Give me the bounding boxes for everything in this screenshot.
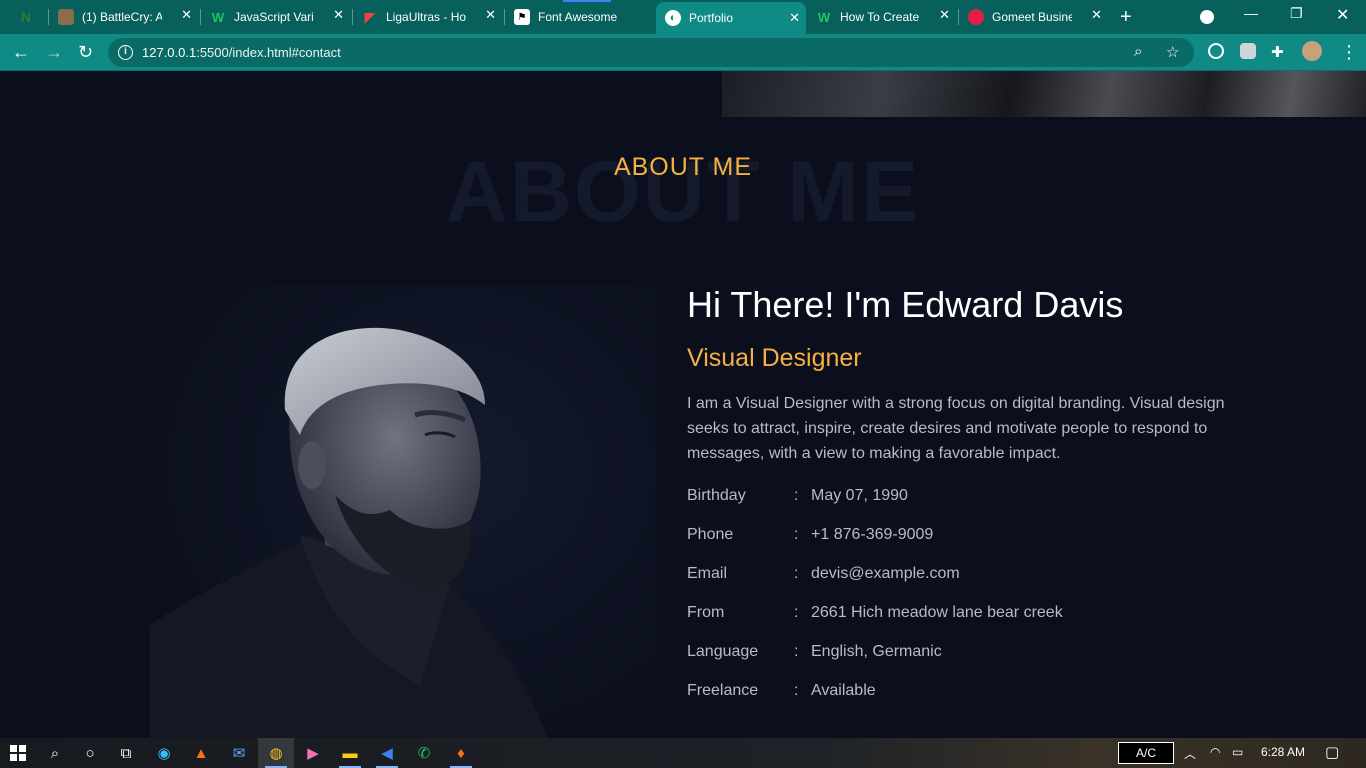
info-value: 2661 Hich meadow lane bear creek <box>811 604 1063 621</box>
windows-start-icon[interactable] <box>7 743 29 763</box>
info-value: Available <box>811 682 876 699</box>
hero-image-fragment <box>722 71 1366 117</box>
info-label: Email <box>687 565 728 582</box>
w3-icon: W <box>817 9 831 25</box>
edge-icon[interactable]: ◉ <box>153 743 175 763</box>
restore-icon[interactable]: ❐ <box>1290 5 1303 22</box>
cortana-icon[interactable]: ○ <box>79 743 101 763</box>
close-tab-icon[interactable]: ✕ <box>1091 7 1102 23</box>
ac-indicator[interactable]: A/C <box>1118 742 1174 764</box>
browser-tab-strip: N (1) BattleCry: All ✕ W JavaScript Vari… <box>0 0 1366 34</box>
back-icon[interactable]: ← <box>12 42 30 62</box>
info-value: +1 876-369-9009 <box>811 526 934 543</box>
task-view-icon[interactable]: ⧉ <box>115 743 137 763</box>
menu-kebab-icon[interactable]: ⋮ <box>1340 42 1358 62</box>
battlecry-icon <box>58 9 74 25</box>
tab-gomeet[interactable]: Gomeet Busines ✕ <box>968 4 1108 30</box>
address-bar-row: ← → ↻ i 127.0.0.1:5500/index.html#contac… <box>0 34 1366 71</box>
profile-photo <box>150 285 657 738</box>
url-omnibox[interactable]: i 127.0.0.1:5500/index.html#contact ⌕ ☆ <box>108 38 1194 67</box>
active-tab-indicator <box>563 0 611 2</box>
reload-icon[interactable]: ↻ <box>78 42 93 62</box>
info-label: Birthday <box>687 487 746 504</box>
close-tab-icon[interactable]: ✕ <box>789 10 800 26</box>
tab-battlecry[interactable]: (1) BattleCry: All ✕ <box>58 4 198 30</box>
liga-icon: ◤ <box>364 8 376 25</box>
clock-time[interactable]: 6:28 AM <box>1261 745 1305 759</box>
url-text[interactable]: 127.0.0.1:5500/index.html#contact <box>142 45 341 60</box>
gomeet-icon <box>968 9 984 25</box>
close-tab-icon[interactable]: ✕ <box>181 7 192 23</box>
extension-circle-icon[interactable] <box>1208 43 1224 59</box>
portrait-illustration <box>150 327 548 738</box>
info-label: From <box>687 604 725 621</box>
info-label: Phone <box>687 526 734 543</box>
extension-box-icon[interactable] <box>1240 43 1256 59</box>
info-value: devis@example.com <box>811 565 960 582</box>
close-tab-icon[interactable]: ✕ <box>485 7 496 23</box>
profile-avatar[interactable] <box>1302 41 1322 61</box>
tab-search-icon[interactable] <box>1200 10 1214 24</box>
n-app-icon: N <box>20 9 32 25</box>
portfolio-page: ABOUT ME ABOUT ME Hi There! I'm Edward D… <box>0 71 1366 738</box>
about-section-title: ABOUT ME <box>613 153 753 181</box>
info-value: May 07, 1990 <box>811 487 908 504</box>
tab-font-awesome[interactable]: ⚑ Font Awesome I <box>514 4 654 30</box>
battery-icon[interactable]: ▭ <box>1232 745 1243 759</box>
flag-icon: ⚑ <box>514 9 530 25</box>
info-label: Language <box>687 643 759 660</box>
search-icon[interactable]: ⌕ <box>44 743 66 763</box>
close-tab-icon[interactable]: ✕ <box>939 7 950 23</box>
close-window-icon[interactable]: ✕ <box>1336 5 1349 25</box>
vlc-icon[interactable]: ▲ <box>190 743 212 763</box>
info-separator: : <box>794 643 799 660</box>
tab-separator <box>958 9 959 25</box>
globe-icon: ◐ <box>665 10 681 26</box>
tab-n[interactable]: N <box>18 4 46 30</box>
site-info-icon[interactable]: i <box>118 45 133 60</box>
info-separator: : <box>794 682 799 699</box>
tab-javascript-variables[interactable]: W JavaScript Variab ✕ <box>210 4 350 30</box>
app-icon[interactable]: ♦ <box>450 743 472 763</box>
tray-chevron-icon[interactable]: ︿ <box>1184 745 1196 762</box>
extensions-puzzle-icon[interactable]: ✚ <box>1271 43 1284 63</box>
notification-icon[interactable]: ▢ <box>1325 743 1339 761</box>
w3-icon: W <box>211 9 225 25</box>
forward-icon[interactable]: → <box>45 42 63 62</box>
tab-separator <box>352 9 353 25</box>
tab-how-to-create[interactable]: W How To Create a ✕ <box>816 4 956 30</box>
tab-separator <box>48 9 49 25</box>
info-value: English, Germanic <box>811 643 942 660</box>
tab-separator <box>200 9 201 25</box>
chrome-icon[interactable]: ◍ <box>265 743 287 763</box>
new-tab-button[interactable]: + <box>1120 6 1132 29</box>
about-greeting: Hi There! I'm Edward Davis <box>687 284 1124 325</box>
bookmark-star-icon[interactable]: ☆ <box>1166 43 1179 61</box>
info-label: Freelance <box>687 682 759 699</box>
wifi-icon[interactable]: ◠ <box>1210 745 1220 759</box>
zoom-icon[interactable]: ⌕ <box>1134 43 1142 60</box>
tab-separator <box>504 9 505 25</box>
windows-taskbar: ⌕ ○ ⧉ ◉ ▲ ✉ ◍ ▶ ▬ ◀ ✆ ♦ A/C ︿ ◠ ▭ 6:28 A… <box>0 738 1366 768</box>
minimize-icon[interactable]: — <box>1244 5 1258 21</box>
media-player-icon[interactable]: ▶ <box>302 743 324 763</box>
vscode-icon[interactable]: ◀ <box>376 743 398 763</box>
info-separator: : <box>794 604 799 621</box>
about-role: Visual Designer <box>687 344 862 372</box>
tab-portfolio[interactable]: ◐ Portfolio ✕ <box>656 2 806 34</box>
about-bio: I am a Visual Designer with a strong foc… <box>687 395 1225 462</box>
info-separator: : <box>794 487 799 504</box>
file-explorer-icon[interactable]: ▬ <box>339 743 361 763</box>
info-separator: : <box>794 565 799 582</box>
info-separator: : <box>794 526 799 543</box>
close-tab-icon[interactable]: ✕ <box>333 7 344 23</box>
mail-icon[interactable]: ✉ <box>228 743 250 763</box>
tab-ligaultras[interactable]: ◤ LigaUltras - Hom ✕ <box>362 4 502 30</box>
whatsapp-icon[interactable]: ✆ <box>413 743 435 763</box>
